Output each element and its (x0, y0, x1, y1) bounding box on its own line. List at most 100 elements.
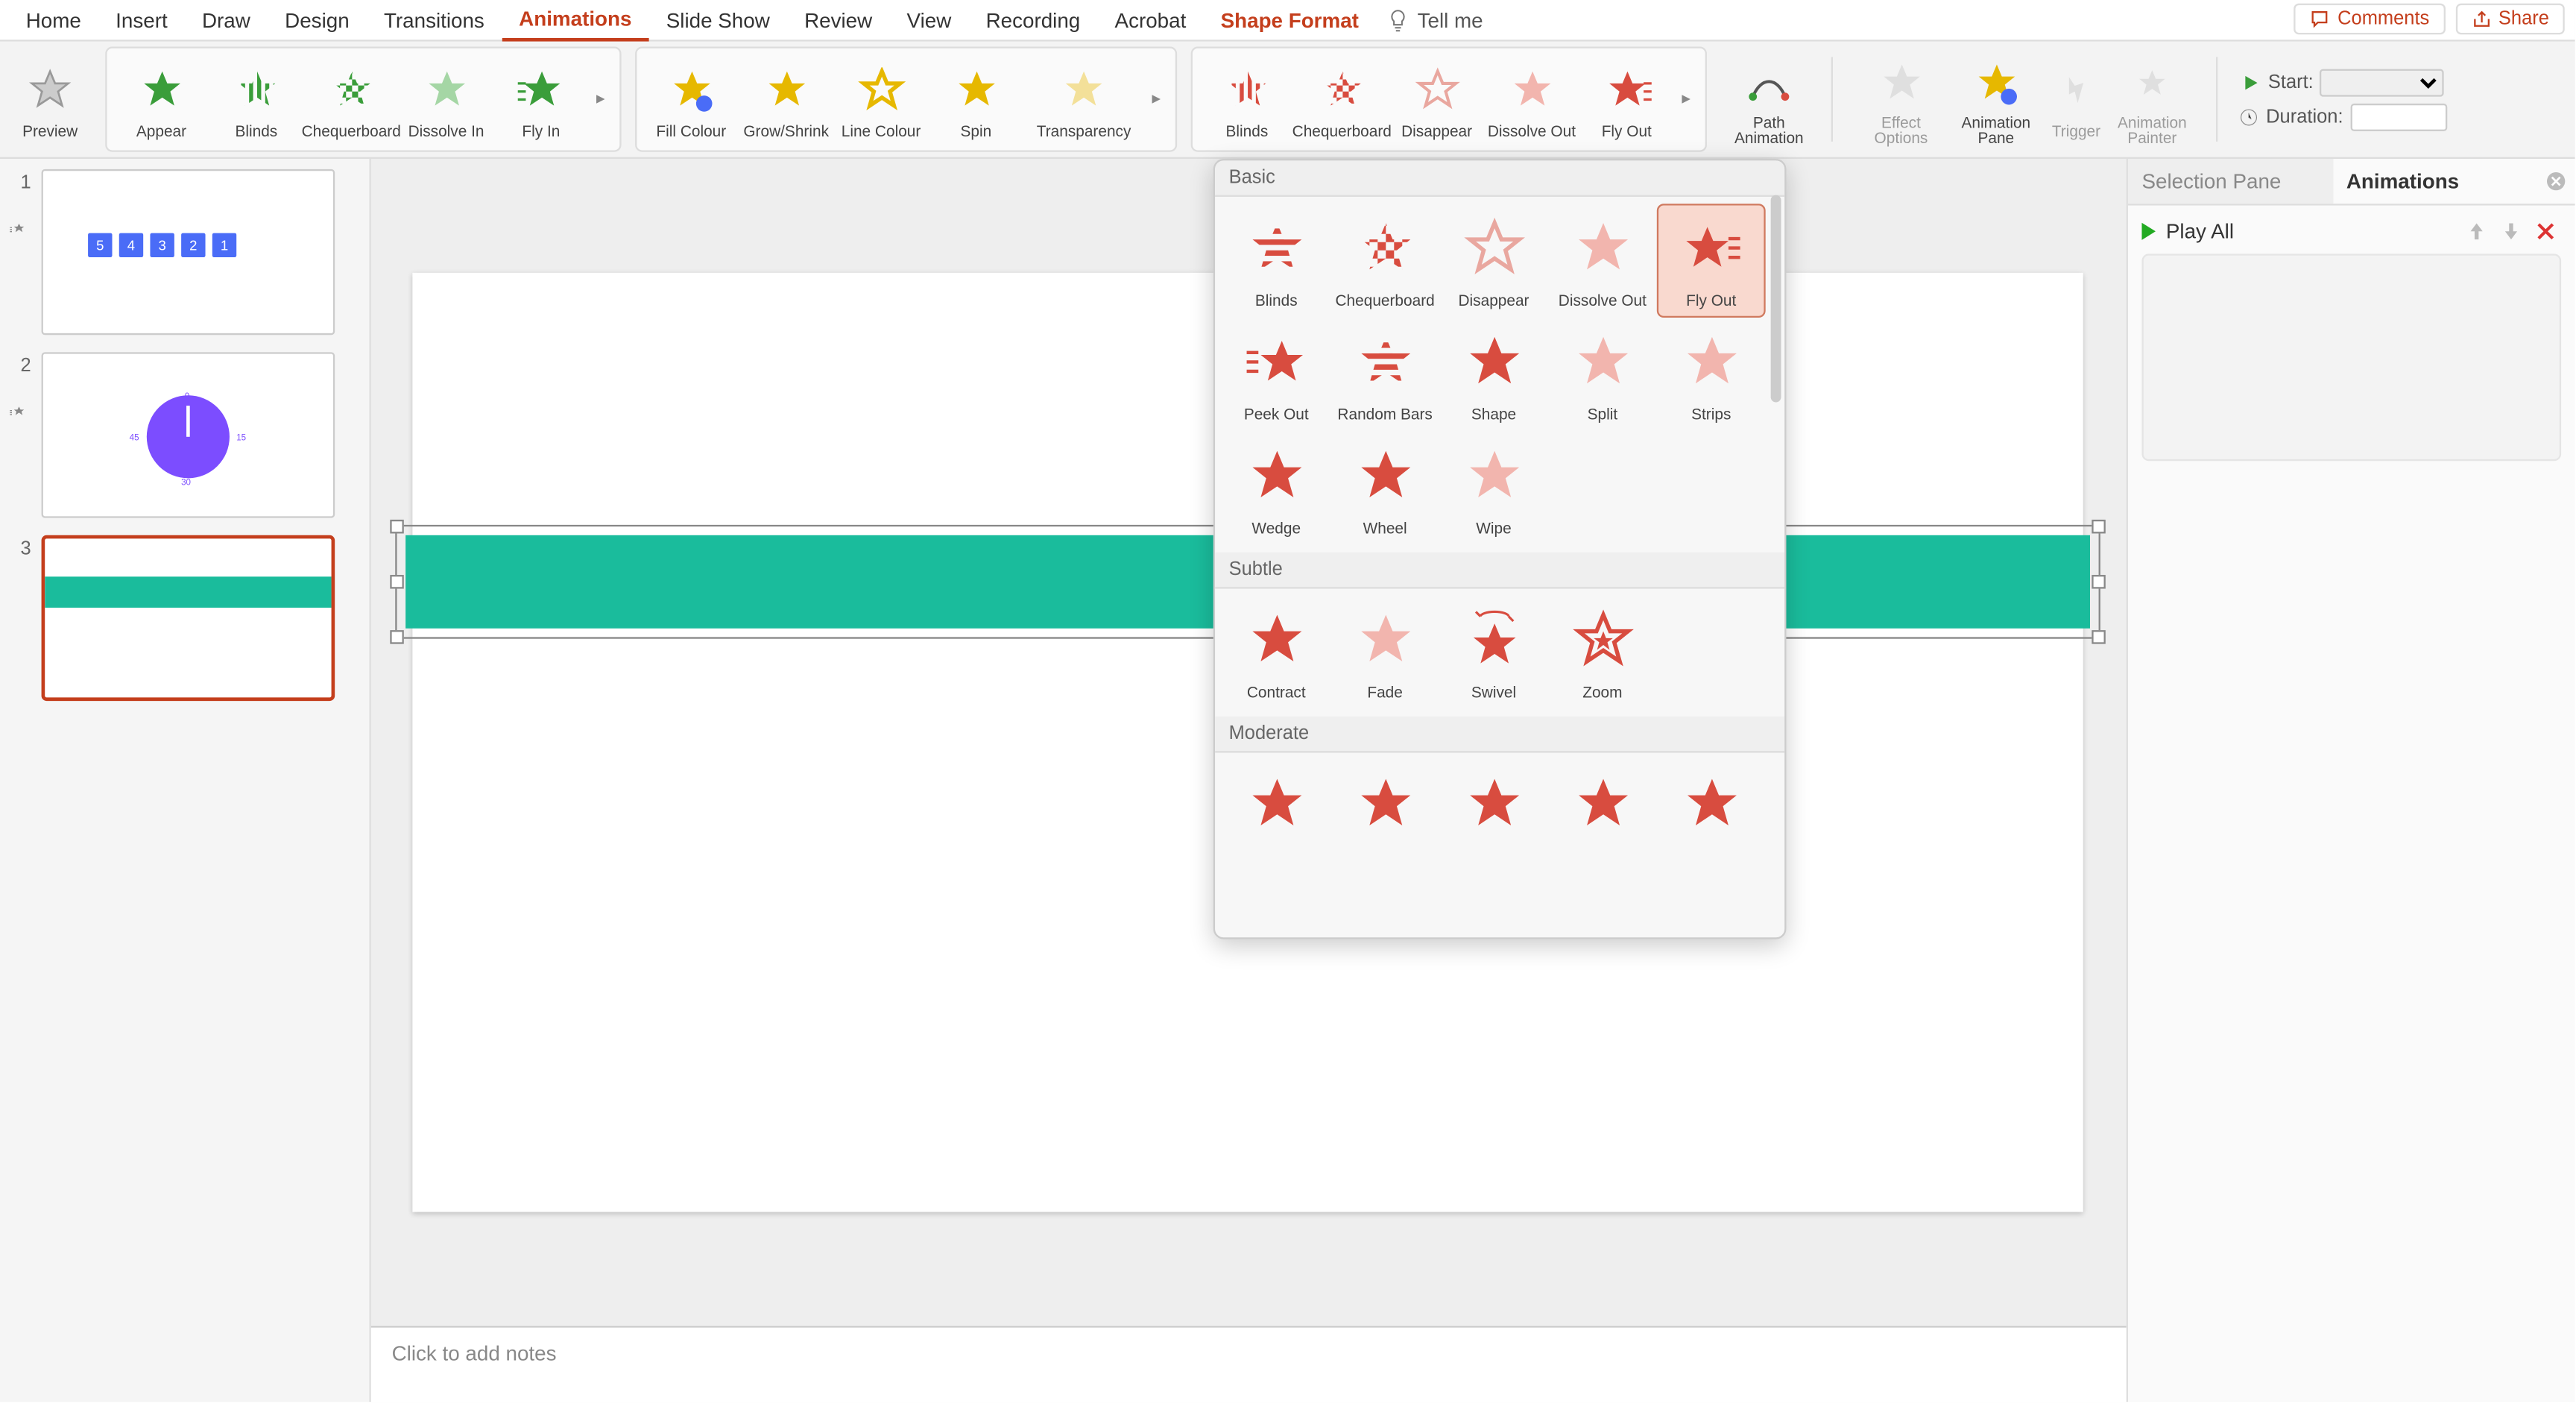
star-icon (1349, 442, 1421, 514)
emphasis-growshrink[interactable]: Grow/Shrink (739, 56, 833, 142)
share-icon (2471, 9, 2492, 30)
thumb-slide-1[interactable]: 5 4 3 2 1 (42, 169, 335, 335)
exit-disappear[interactable]: Disappear (1389, 56, 1484, 142)
exit-chequer[interactable]: Chequerboard (1295, 56, 1389, 142)
tab-animations[interactable]: Animations (502, 0, 649, 40)
play-all-label: Play All (2166, 219, 2234, 243)
ribbon: Preview Appear Blinds Chequerboard Disso… (0, 42, 2575, 159)
gallery-item-shrink-turn[interactable]: Shrink Turn (1548, 760, 1657, 849)
star-icon (1457, 606, 1530, 679)
gallery-item-dissolve-out[interactable]: Dissolve Out (1548, 204, 1657, 318)
gallery-item-random-bars[interactable]: Random Bars (1330, 318, 1439, 432)
gallery-section-moderate: Moderate (1215, 717, 1784, 753)
emphasis-spin[interactable]: Spin (929, 56, 1023, 142)
move-up-icon[interactable] (2464, 219, 2488, 243)
gallery-item-centre-revol-[interactable]: Centre Revol... (1222, 760, 1330, 849)
thumb-slide-3[interactable] (42, 535, 335, 701)
tab-slideshow[interactable]: Slide Show (649, 1, 787, 39)
tab-home[interactable]: Home (9, 1, 98, 39)
gallery-item-float-out[interactable]: Float Out (1439, 760, 1548, 849)
tab-view[interactable]: View (889, 1, 968, 39)
emphasis-transparency[interactable]: Transparency (1023, 56, 1144, 142)
gallery-item-disappear[interactable]: Disappear (1439, 204, 1548, 318)
entrance-dissolve[interactable]: Dissolve In (399, 56, 493, 142)
star-icon (1675, 328, 1747, 400)
star-icon (1240, 328, 1313, 400)
exit-flyout[interactable]: Fly Out (1579, 56, 1674, 142)
selection-pane-tab[interactable]: Selection Pane (2128, 159, 2332, 204)
star-icon (1566, 606, 1638, 679)
exit-more[interactable]: ▸ (1674, 89, 1698, 108)
gallery-item-shape[interactable]: Shape (1439, 318, 1548, 432)
close-pane-button[interactable] (2537, 159, 2575, 204)
move-down-icon[interactable] (2499, 219, 2523, 243)
gallery-item-sink-down[interactable]: Sink Down (1657, 760, 1766, 849)
thumb-num-1: 1 (7, 169, 31, 193)
comments-button[interactable]: Comments (2294, 4, 2445, 35)
star-icon (1349, 328, 1421, 400)
gallery-item-chequerboard[interactable]: Chequerboard (1330, 204, 1439, 318)
star-icon (1349, 606, 1421, 679)
tab-design[interactable]: Design (268, 1, 367, 39)
tab-transitions[interactable]: Transitions (367, 1, 502, 39)
entrance-flyin[interactable]: Fly In (493, 56, 588, 142)
emphasis-gallery: Fill Colour Grow/Shrink Line Colour Spin… (635, 47, 1177, 152)
start-select[interactable] (2320, 68, 2445, 95)
gallery-section-basic: Basic (1215, 160, 1784, 197)
gallery-item-wedge[interactable]: Wedge (1222, 432, 1330, 546)
path-label: Path Animation (1728, 115, 1811, 146)
gallery-item-wipe[interactable]: Wipe (1439, 432, 1548, 546)
effect-options-button[interactable]: Effect Options (1854, 49, 1948, 149)
slide-canvas-area: Basic BlindsChequerboardDisappearDissolv… (371, 159, 2127, 1402)
animation-list[interactable] (2141, 254, 2561, 461)
tab-shape-format[interactable]: Shape Format (1203, 1, 1376, 39)
path-icon (1745, 60, 1793, 108)
thumb-slide-2[interactable]: 0 15 30 45 (42, 352, 335, 517)
preview-button[interactable]: Preview (16, 56, 85, 142)
notes-placeholder[interactable]: Click to add notes (371, 1326, 2127, 1402)
star-icon (1457, 214, 1530, 286)
gallery-item-strips[interactable]: Strips (1657, 318, 1766, 432)
animation-pane: Selection Pane Animations Play All (2127, 159, 2575, 1402)
animation-painter-button[interactable]: Animation Painter (2109, 49, 2195, 149)
entrance-blinds[interactable]: Blinds (209, 56, 303, 142)
animation-pane-button[interactable]: Animation Pane (1948, 49, 2043, 149)
animations-pane-tab[interactable]: Animations (2332, 159, 2536, 204)
gallery-item-fade[interactable]: Fade (1330, 596, 1439, 710)
gallery-item-zoom[interactable]: Zoom (1548, 596, 1657, 710)
exit-blinds[interactable]: Blinds (1199, 56, 1294, 142)
gallery-item-wheel[interactable]: Wheel (1330, 432, 1439, 546)
gallery-item-contract[interactable]: Contract (1222, 596, 1330, 710)
exit-dissolve[interactable]: Dissolve Out (1484, 56, 1579, 142)
emphasis-linecolour[interactable]: Line Colour (833, 56, 928, 142)
close-icon (2544, 169, 2568, 193)
tell-me-search[interactable]: Tell me (1386, 7, 1483, 31)
entrance-chequer[interactable]: Chequerboard (304, 56, 399, 142)
entrance-more[interactable]: ▸ (589, 89, 613, 108)
star-icon (1566, 770, 1638, 843)
share-button[interactable]: Share (2455, 4, 2565, 35)
delete-icon[interactable] (2534, 219, 2557, 243)
gallery-item-blinds[interactable]: Blinds (1222, 204, 1330, 318)
path-animation-button[interactable]: Path Animation (1728, 49, 1811, 149)
gallery-item-swivel[interactable]: Swivel (1439, 596, 1548, 710)
tab-review[interactable]: Review (787, 1, 889, 39)
duration-input[interactable] (2350, 103, 2447, 130)
share-label: Share (2498, 9, 2549, 30)
star-icon (1566, 328, 1638, 400)
gallery-scrollbar[interactable] (1771, 195, 1781, 403)
emphasis-fillcolour[interactable]: Fill Colour (644, 56, 739, 142)
exit-animation-gallery: Basic BlindsChequerboardDisappearDissolv… (1213, 159, 1787, 939)
emphasis-more[interactable]: ▸ (1144, 89, 1168, 108)
gallery-item-collapse[interactable]: Collapse (1330, 760, 1439, 849)
trigger-button[interactable]: Trigger (2043, 56, 2109, 142)
tab-insert[interactable]: Insert (98, 1, 185, 39)
entrance-appear[interactable]: Appear (114, 56, 209, 142)
gallery-item-split[interactable]: Split (1548, 318, 1657, 432)
tab-recording[interactable]: Recording (968, 1, 1097, 39)
tab-acrobat[interactable]: Acrobat (1097, 1, 1203, 39)
preview-label: Preview (22, 122, 78, 139)
tab-draw[interactable]: Draw (185, 1, 268, 39)
gallery-item-peek-out[interactable]: Peek Out (1222, 318, 1330, 432)
gallery-item-fly-out[interactable]: Fly Out (1657, 204, 1766, 318)
